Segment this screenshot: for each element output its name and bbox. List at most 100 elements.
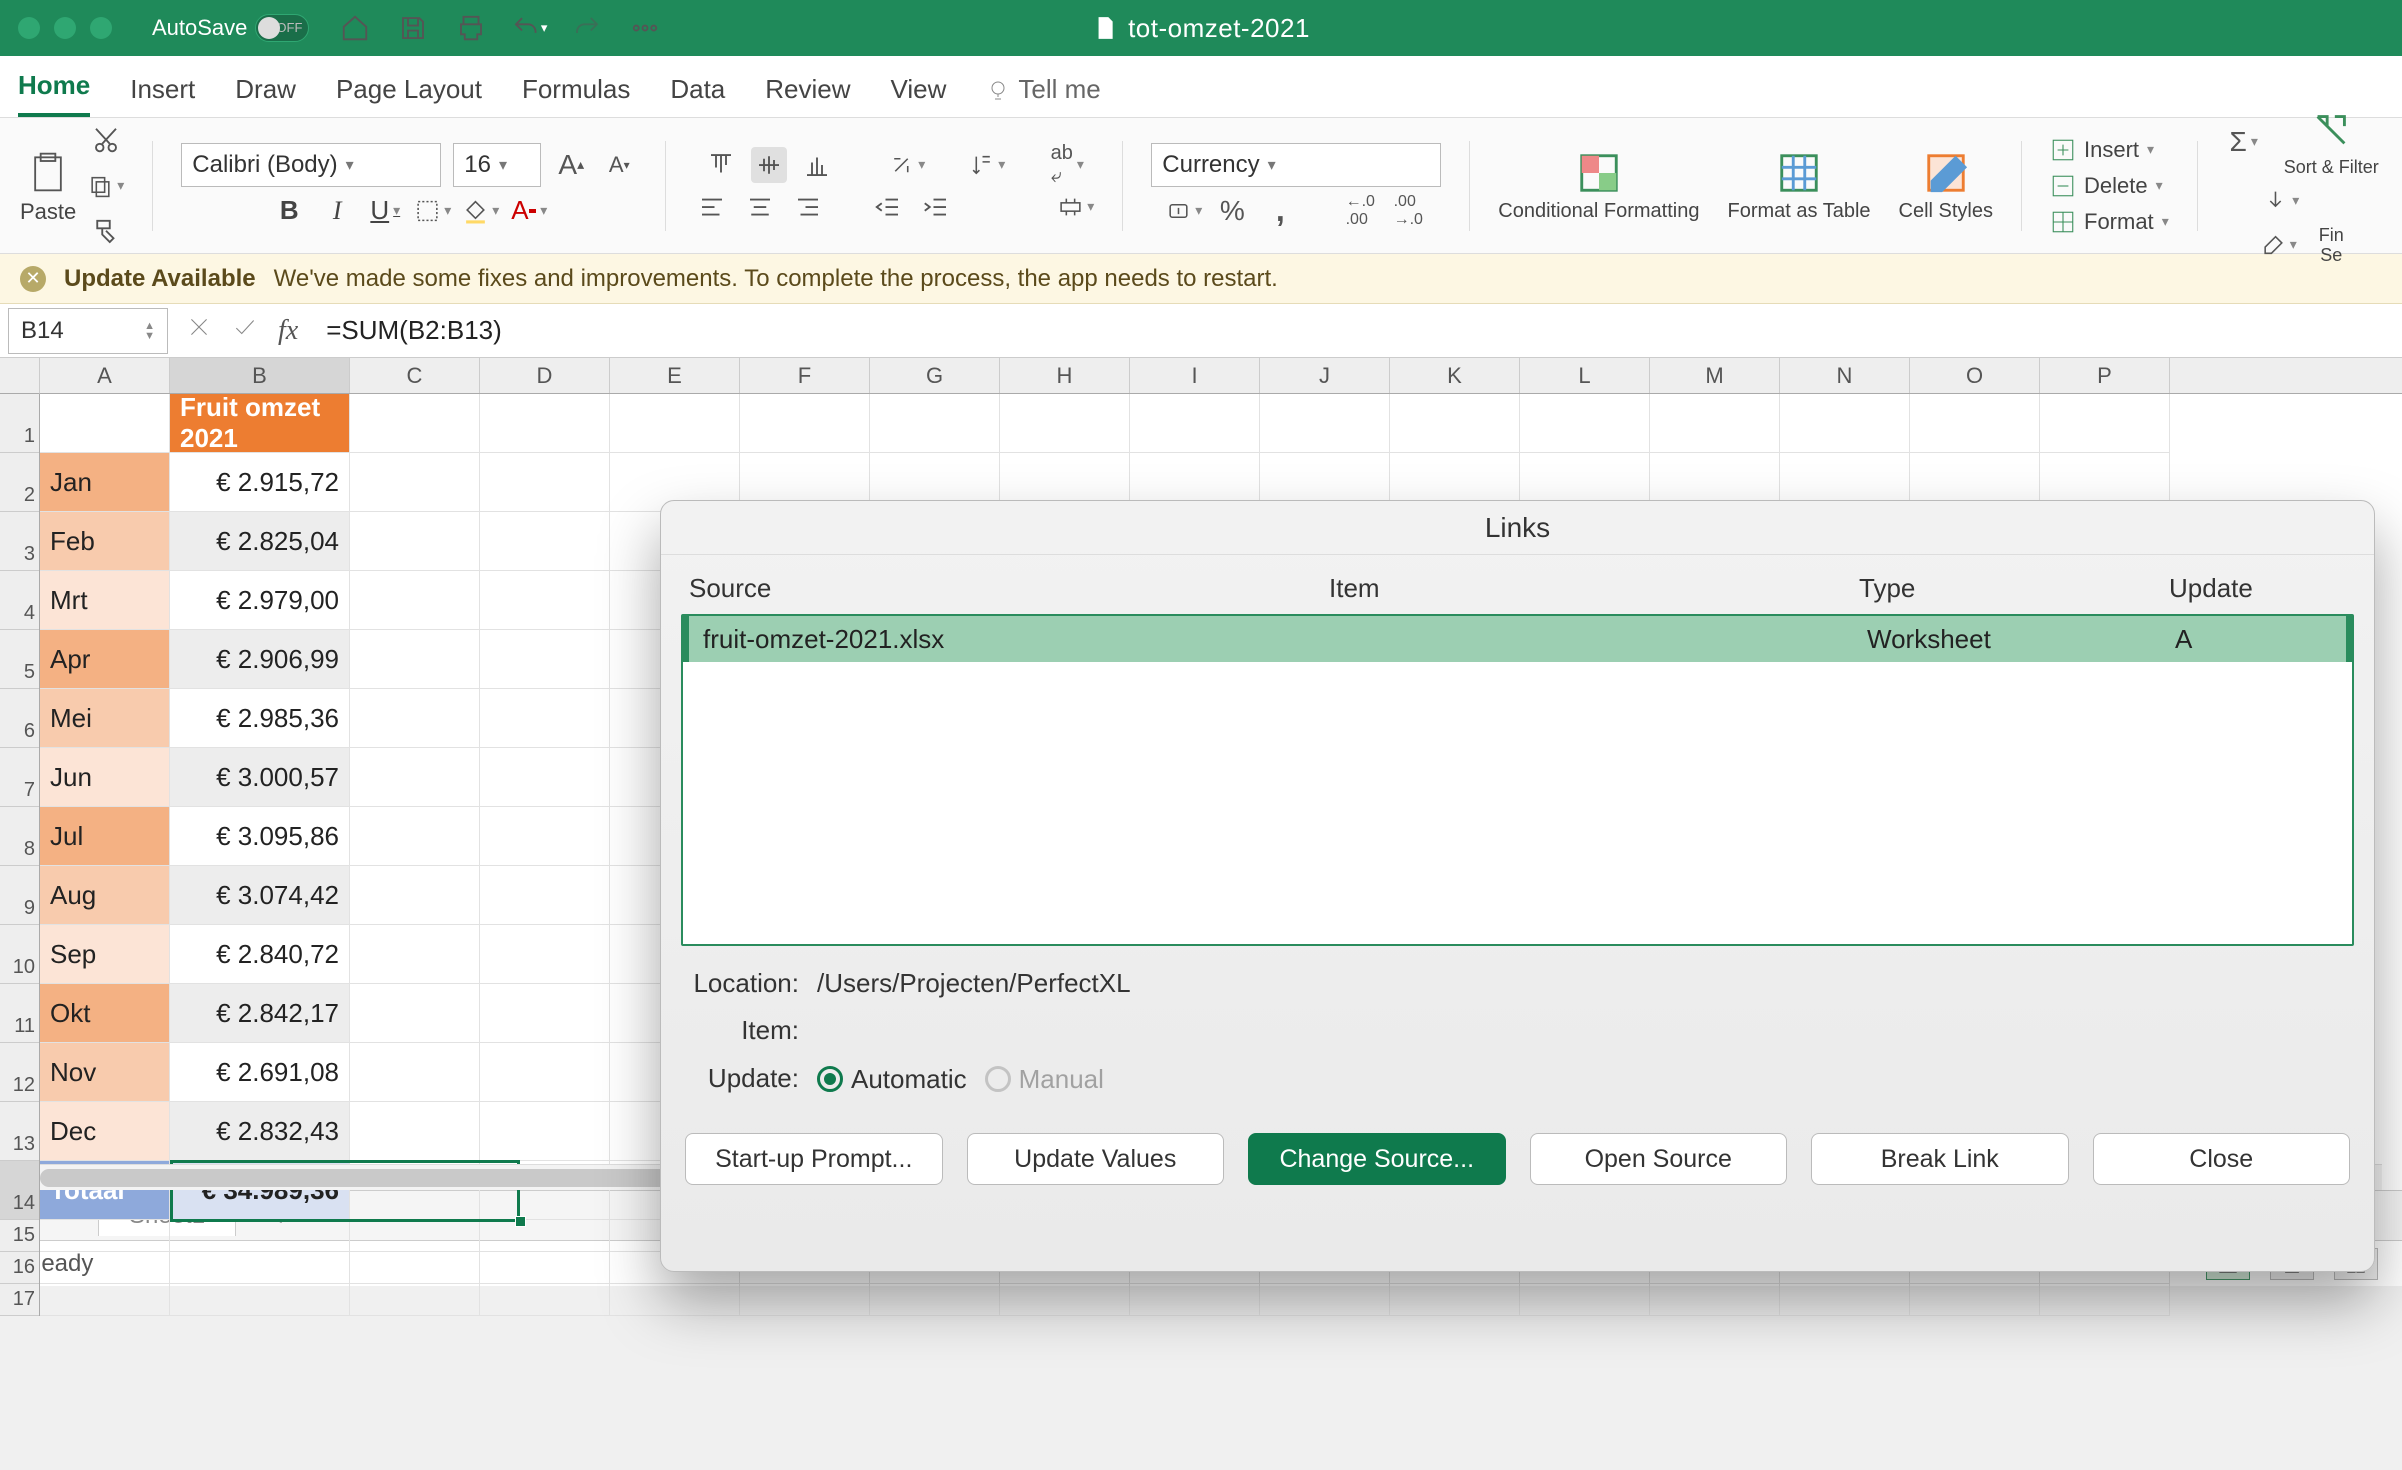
cell[interactable]: Apr [40,630,170,689]
tab-review[interactable]: Review [765,74,850,117]
tab-formulas[interactable]: Formulas [522,74,630,117]
format-painter-icon[interactable] [88,214,124,250]
cell[interactable] [350,453,480,512]
increase-decimal-icon[interactable]: ←.0.00 [1342,193,1378,229]
cell[interactable] [480,1252,610,1284]
open-source-button[interactable]: Open Source [1530,1133,1788,1185]
cell[interactable] [350,630,480,689]
cell[interactable] [480,748,610,807]
increase-font-icon[interactable]: A▴ [553,147,589,183]
autosave-toggle[interactable]: AutoSave OFF [152,14,309,42]
conditional-formatting-button[interactable]: Conditional Formatting [1498,150,1699,222]
wrap-text-icon[interactable]: ab⤶ [1049,147,1085,183]
cell[interactable] [350,748,480,807]
tab-data[interactable]: Data [670,74,725,117]
cell[interactable] [1780,394,1910,453]
cell[interactable] [1130,1284,1260,1316]
select-all-corner[interactable] [0,358,40,394]
column-headers[interactable]: ABCDEFGHIJKLMNOP [40,358,2402,394]
cell[interactable] [1390,394,1520,453]
format-cells-button[interactable]: Format ▾ [2050,209,2169,235]
cell[interactable] [480,453,610,512]
cell[interactable] [40,1284,170,1316]
font-size-select[interactable]: 16▾ [453,143,541,187]
cell[interactable] [610,394,740,453]
cell[interactable] [1650,1284,1780,1316]
cell[interactable]: Jun [40,748,170,807]
cell[interactable]: Mrt [40,571,170,630]
cell[interactable]: Jul [40,807,170,866]
minimize-dot-icon[interactable] [54,17,76,39]
cell[interactable] [480,689,610,748]
cell[interactable]: Okt [40,984,170,1043]
cell[interactable] [1000,1284,1130,1316]
cell[interactable]: € 3.095,86 [170,807,350,866]
align-left-icon[interactable] [694,189,730,225]
cell[interactable] [1910,1284,2040,1316]
tab-page-layout[interactable]: Page Layout [336,74,482,117]
cell[interactable] [350,1043,480,1102]
cell[interactable] [1780,1284,1910,1316]
cell[interactable]: € 2.979,00 [170,571,350,630]
cell[interactable]: € 2.915,72 [170,453,350,512]
cell[interactable] [40,1220,170,1252]
align-bottom-icon[interactable] [799,147,835,183]
tab-draw[interactable]: Draw [235,74,296,117]
decrease-font-icon[interactable]: A▾ [601,147,637,183]
cell[interactable] [2040,1284,2170,1316]
tell-me[interactable]: Tell me [986,74,1100,117]
cell[interactable] [350,866,480,925]
confirm-formula-icon[interactable] [232,314,258,347]
close-button[interactable]: Close [2093,1133,2351,1185]
cell[interactable]: Fruit omzet 2021 [170,394,350,453]
cancel-formula-icon[interactable] [186,314,212,347]
number-format-select[interactable]: Currency▾ [1151,143,1441,187]
redo-icon[interactable] [569,10,605,46]
tab-home[interactable]: Home [18,70,90,117]
update-automatic-radio[interactable]: Automatic [817,1062,967,1095]
paste-button[interactable]: Paste [20,147,76,225]
align-middle-icon[interactable] [751,147,787,183]
decrease-decimal-icon[interactable]: .00→.0 [1390,193,1426,229]
bold-button[interactable]: B [271,193,307,229]
cut-icon[interactable] [88,122,124,158]
zoom-dot-icon[interactable] [90,17,112,39]
cell[interactable]: € 3.074,42 [170,866,350,925]
cell[interactable] [480,630,610,689]
cell[interactable] [740,1284,870,1316]
link-row[interactable]: fruit-omzet-2021.xlsx Worksheet A [683,616,2352,662]
close-dot-icon[interactable] [18,17,40,39]
font-color-icon[interactable]: A [511,193,547,229]
cell[interactable]: Aug [40,866,170,925]
cell[interactable] [350,1102,480,1161]
cell[interactable]: Feb [40,512,170,571]
links-listbox[interactable]: fruit-omzet-2021.xlsx Worksheet A [681,614,2354,946]
cell[interactable] [350,571,480,630]
cell[interactable]: € 2.825,04 [170,512,350,571]
cell[interactable] [350,807,480,866]
row-headers[interactable]: 1234567891011121314151617 [0,394,40,1316]
tab-insert[interactable]: Insert [130,74,195,117]
cell[interactable] [1000,394,1130,453]
cell[interactable] [480,807,610,866]
cell[interactable]: Sep [40,925,170,984]
cell[interactable] [610,1284,740,1316]
cell[interactable]: € 2.691,08 [170,1043,350,1102]
save-icon[interactable] [395,10,431,46]
cell[interactable]: Jan [40,453,170,512]
align-center-icon[interactable] [742,189,778,225]
copy-icon[interactable] [88,168,124,204]
cell[interactable] [480,1284,610,1316]
cell[interactable]: € 2.842,17 [170,984,350,1043]
cell[interactable] [2040,394,2170,453]
cell[interactable] [350,925,480,984]
cell[interactable] [1520,394,1650,453]
merge-icon[interactable] [1058,189,1094,225]
more-icon[interactable] [627,10,663,46]
decrease-indent-icon[interactable] [870,189,906,225]
cell[interactable] [170,1252,350,1284]
format-as-table-button[interactable]: Format as Table [1727,150,1870,222]
font-name-select[interactable]: Calibri (Body)▾ [181,143,441,187]
italic-button[interactable]: I [319,193,355,229]
update-manual-radio[interactable]: Manual [985,1062,1104,1095]
